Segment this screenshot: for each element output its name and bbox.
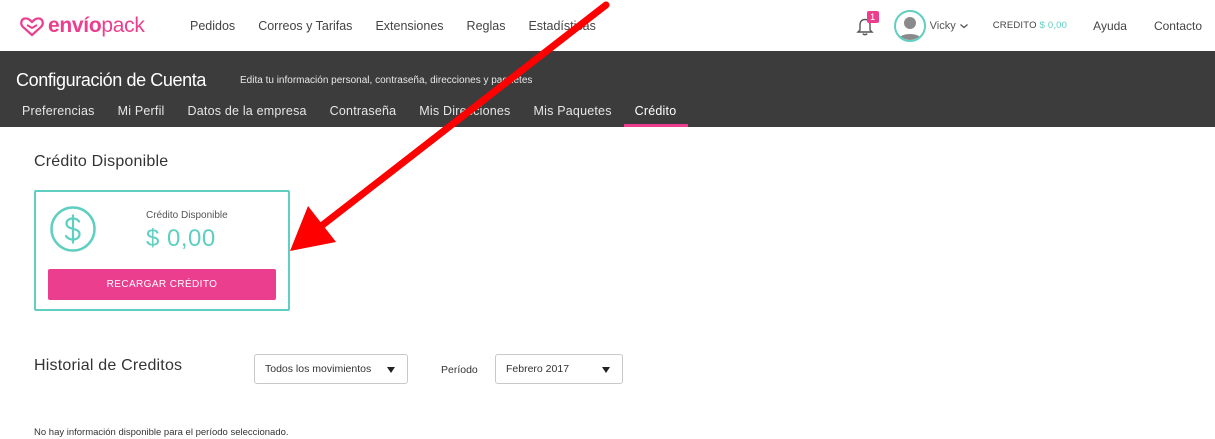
- caret-down-icon: [387, 367, 395, 373]
- tab-datos-empresa[interactable]: Datos de la empresa: [177, 105, 319, 127]
- caret-down-icon: [602, 367, 610, 373]
- help-link[interactable]: Ayuda: [1093, 19, 1127, 33]
- main-nav: Pedidos Correos y Tarifas Extensiones Re…: [190, 0, 619, 51]
- nav-extensiones[interactable]: Extensiones: [375, 19, 443, 33]
- user-name[interactable]: Vicky: [930, 20, 956, 32]
- period-select[interactable]: Febrero 2017: [495, 354, 623, 384]
- tab-mis-paquetes[interactable]: Mis Paquetes: [523, 105, 624, 127]
- chevron-down-icon[interactable]: [959, 21, 969, 31]
- history-title: Historial de Creditos: [34, 357, 183, 374]
- nav-reglas[interactable]: Reglas: [467, 19, 506, 33]
- nav-correos-tarifas[interactable]: Correos y Tarifas: [258, 19, 352, 33]
- avatar[interactable]: [893, 9, 926, 42]
- brand-name: envíopack: [48, 14, 145, 37]
- page-subtitle: Edita tu información personal, contraseñ…: [240, 75, 533, 86]
- user-area: 1 Vicky CREDITO $ 0,00 Ayuda Contacto: [854, 0, 1215, 51]
- period-label: Período: [441, 364, 478, 376]
- envio-pack-logo[interactable]: envíopack: [20, 13, 145, 39]
- avatar-icon: [897, 16, 922, 40]
- envio-pack-logo-icon: [20, 17, 44, 37]
- tab-mi-perfil[interactable]: Mi Perfil: [107, 105, 177, 127]
- credit-amount: $ 0,00: [146, 225, 216, 252]
- recharge-credit-button[interactable]: RECARGAR CRÉDITO: [48, 269, 276, 300]
- empty-history-message: No hay información disponible para el pe…: [34, 427, 289, 438]
- top-navbar: envíopack Pedidos Correos y Tarifas Exte…: [0, 0, 1215, 51]
- page-title: Configuración de Cuenta: [16, 70, 206, 90]
- settings-tabs: Preferencias Mi Perfil Datos de la empre…: [0, 105, 689, 127]
- dollar-circle-icon: [50, 206, 96, 252]
- credit-card-label: Crédito Disponible: [146, 210, 228, 221]
- tab-credito[interactable]: Crédito: [623, 105, 689, 127]
- tab-mis-direcciones[interactable]: Mis Direcciones: [408, 105, 522, 127]
- contact-link[interactable]: Contacto: [1154, 19, 1202, 33]
- period-value: Febrero 2017: [506, 363, 570, 375]
- movement-filter-select[interactable]: Todos los movimientos: [254, 354, 408, 384]
- nav-pedidos[interactable]: Pedidos: [190, 19, 235, 33]
- tab-preferencias[interactable]: Preferencias: [0, 105, 107, 127]
- movement-filter-value: Todos los movimientos: [265, 363, 372, 375]
- top-credit-indicator[interactable]: CREDITO $ 0,00: [993, 20, 1067, 31]
- notification-badge: 1: [866, 10, 879, 23]
- credit-card: Crédito Disponible $ 0,00 RECARGAR CRÉDI…: [34, 190, 290, 311]
- nav-estadisticas[interactable]: Estadísticas: [528, 19, 595, 33]
- notifications-button[interactable]: 1: [854, 10, 879, 37]
- account-header: Configuración de Cuenta Edita tu informa…: [0, 51, 1215, 127]
- credit-section-title: Crédito Disponible: [34, 153, 169, 170]
- tab-contrasena[interactable]: Contraseña: [319, 105, 409, 127]
